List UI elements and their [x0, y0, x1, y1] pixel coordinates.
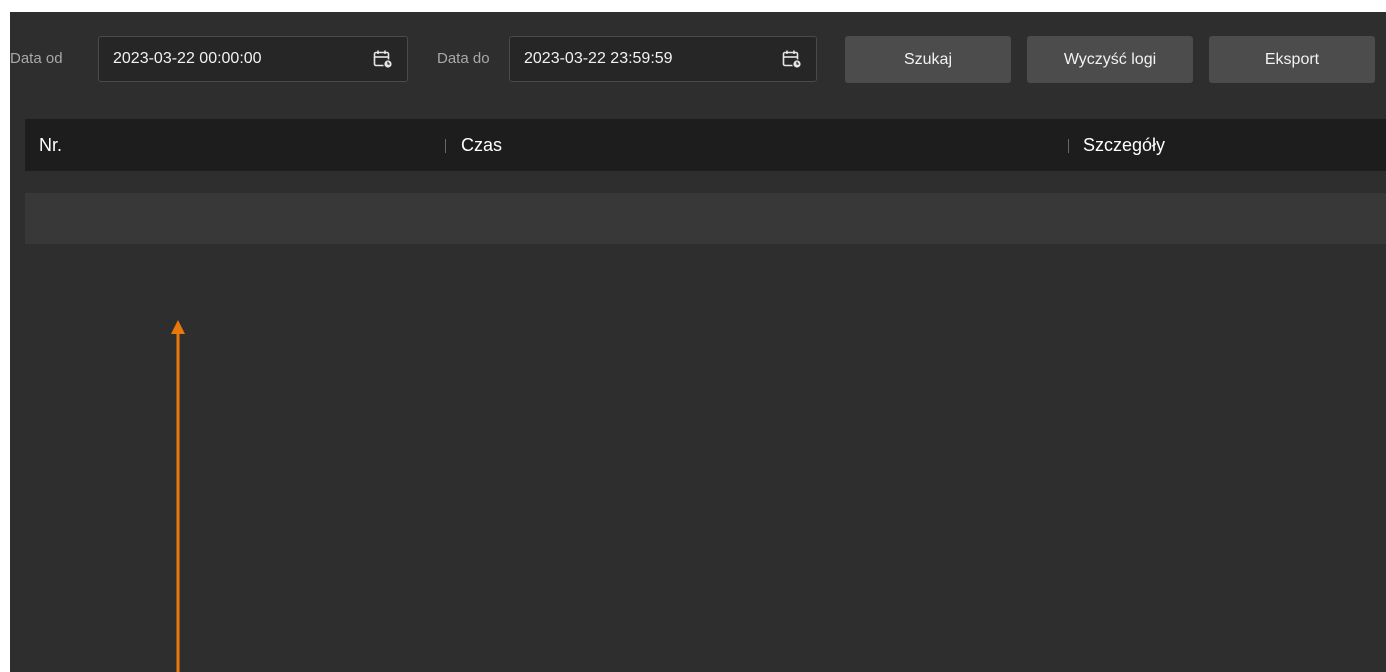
log-viewer-panel: Data od 2023-03-22 00:00:00 Data do 2023… [10, 12, 1386, 672]
date-from-input[interactable]: 2023-03-22 00:00:00 [98, 36, 408, 82]
column-divider[interactable] [1068, 139, 1069, 153]
calendar-clock-icon[interactable] [373, 49, 393, 69]
calendar-clock-icon[interactable] [782, 49, 802, 69]
column-divider[interactable] [445, 139, 446, 153]
date-to-label: Data do [437, 50, 490, 67]
clear-logs-button[interactable]: Wyczyść logi [1027, 36, 1193, 83]
column-header-details[interactable]: Szczegóły [1083, 119, 1165, 171]
date-from-value: 2023-03-22 00:00:00 [113, 50, 262, 67]
column-header-number[interactable]: Nr. [39, 119, 62, 171]
column-header-time[interactable]: Czas [461, 119, 502, 171]
log-table-header: Nr. Czas Szczegóły [25, 119, 1386, 171]
date-to-value: 2023-03-22 23:59:59 [524, 50, 673, 67]
search-button[interactable]: Szukaj [845, 36, 1011, 83]
arrow-up-icon [171, 320, 185, 672]
date-from-label: Data od [10, 50, 63, 67]
filter-toolbar: Data od 2023-03-22 00:00:00 Data do 2023… [10, 12, 1386, 108]
date-to-input[interactable]: 2023-03-22 23:59:59 [509, 36, 817, 82]
table-row [25, 193, 1386, 244]
export-button[interactable]: Eksport [1209, 36, 1375, 83]
